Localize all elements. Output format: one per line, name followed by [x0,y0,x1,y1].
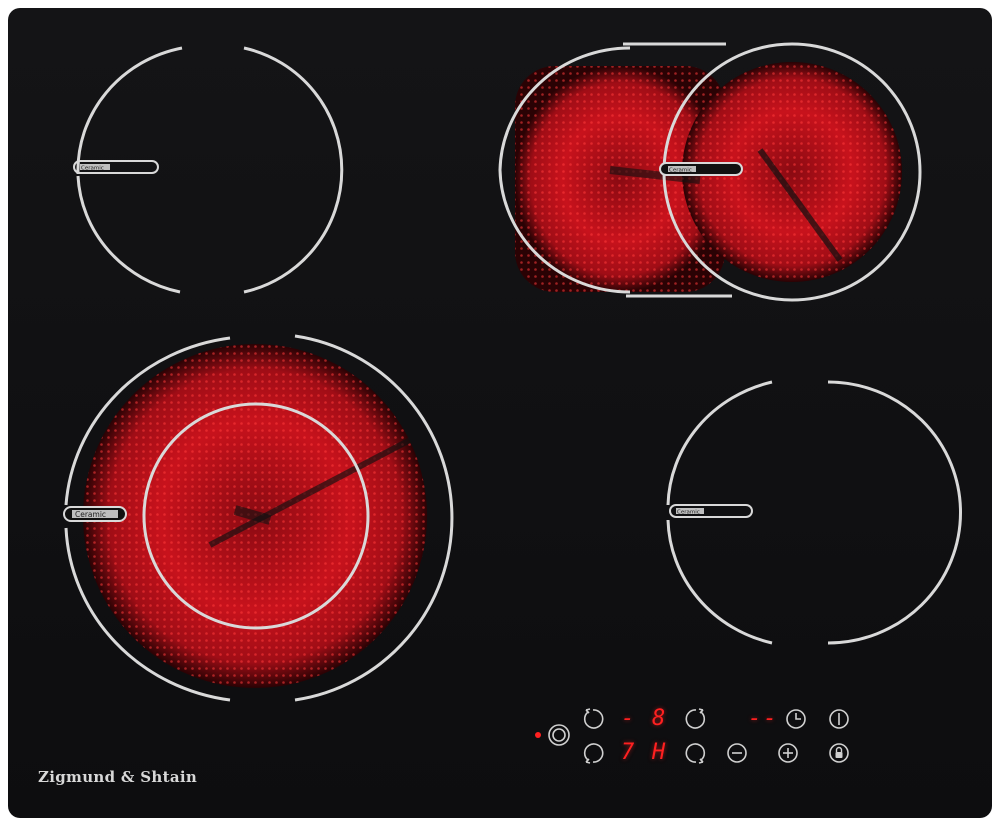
minus-icon [727,743,747,763]
zone-bottom-right-label: Ceramic [677,510,700,516]
display-row2-left: 7 [621,740,637,765]
zone-top-left-select-icon [583,708,604,729]
zone-top-right-label: Ceramic [669,168,692,174]
extra-zone-icon [548,724,570,746]
timer-display: -- [748,706,779,731]
timer-icon [786,709,806,729]
lock-button[interactable] [826,740,852,766]
zone-bottom-left-select-button[interactable] [580,740,606,766]
display-row1-right: 8 [652,706,668,731]
extra-zone-button[interactable] [546,722,572,748]
timer-button[interactable] [783,706,809,732]
power-indicator-dot [535,732,541,738]
plus-button[interactable] [775,740,801,766]
brand-logo: Zigmund & Shtain [38,768,198,786]
power-button[interactable] [826,706,852,732]
zone-top-left-label: Ceramic [81,166,104,172]
zone-bottom-left-label: Ceramic [75,510,106,519]
display-row2-right: H [652,740,668,765]
plus-icon [778,743,798,763]
zone-top-left-select-button[interactable] [580,706,606,732]
zone-top-right-select-button[interactable] [683,706,709,732]
power-icon [829,709,849,729]
zone-bottom-right-select-icon [685,743,706,764]
zone-bottom-right-select-button[interactable] [683,740,709,766]
lock-icon [829,743,849,763]
cooktop: Ceramic Ceramic Ceramic Ceramic [8,8,992,818]
display-row1-left: - [621,706,637,731]
zone-top-right-select-icon [685,708,706,729]
zone-bottom-left-select-icon [583,743,604,764]
minus-button[interactable] [724,740,750,766]
